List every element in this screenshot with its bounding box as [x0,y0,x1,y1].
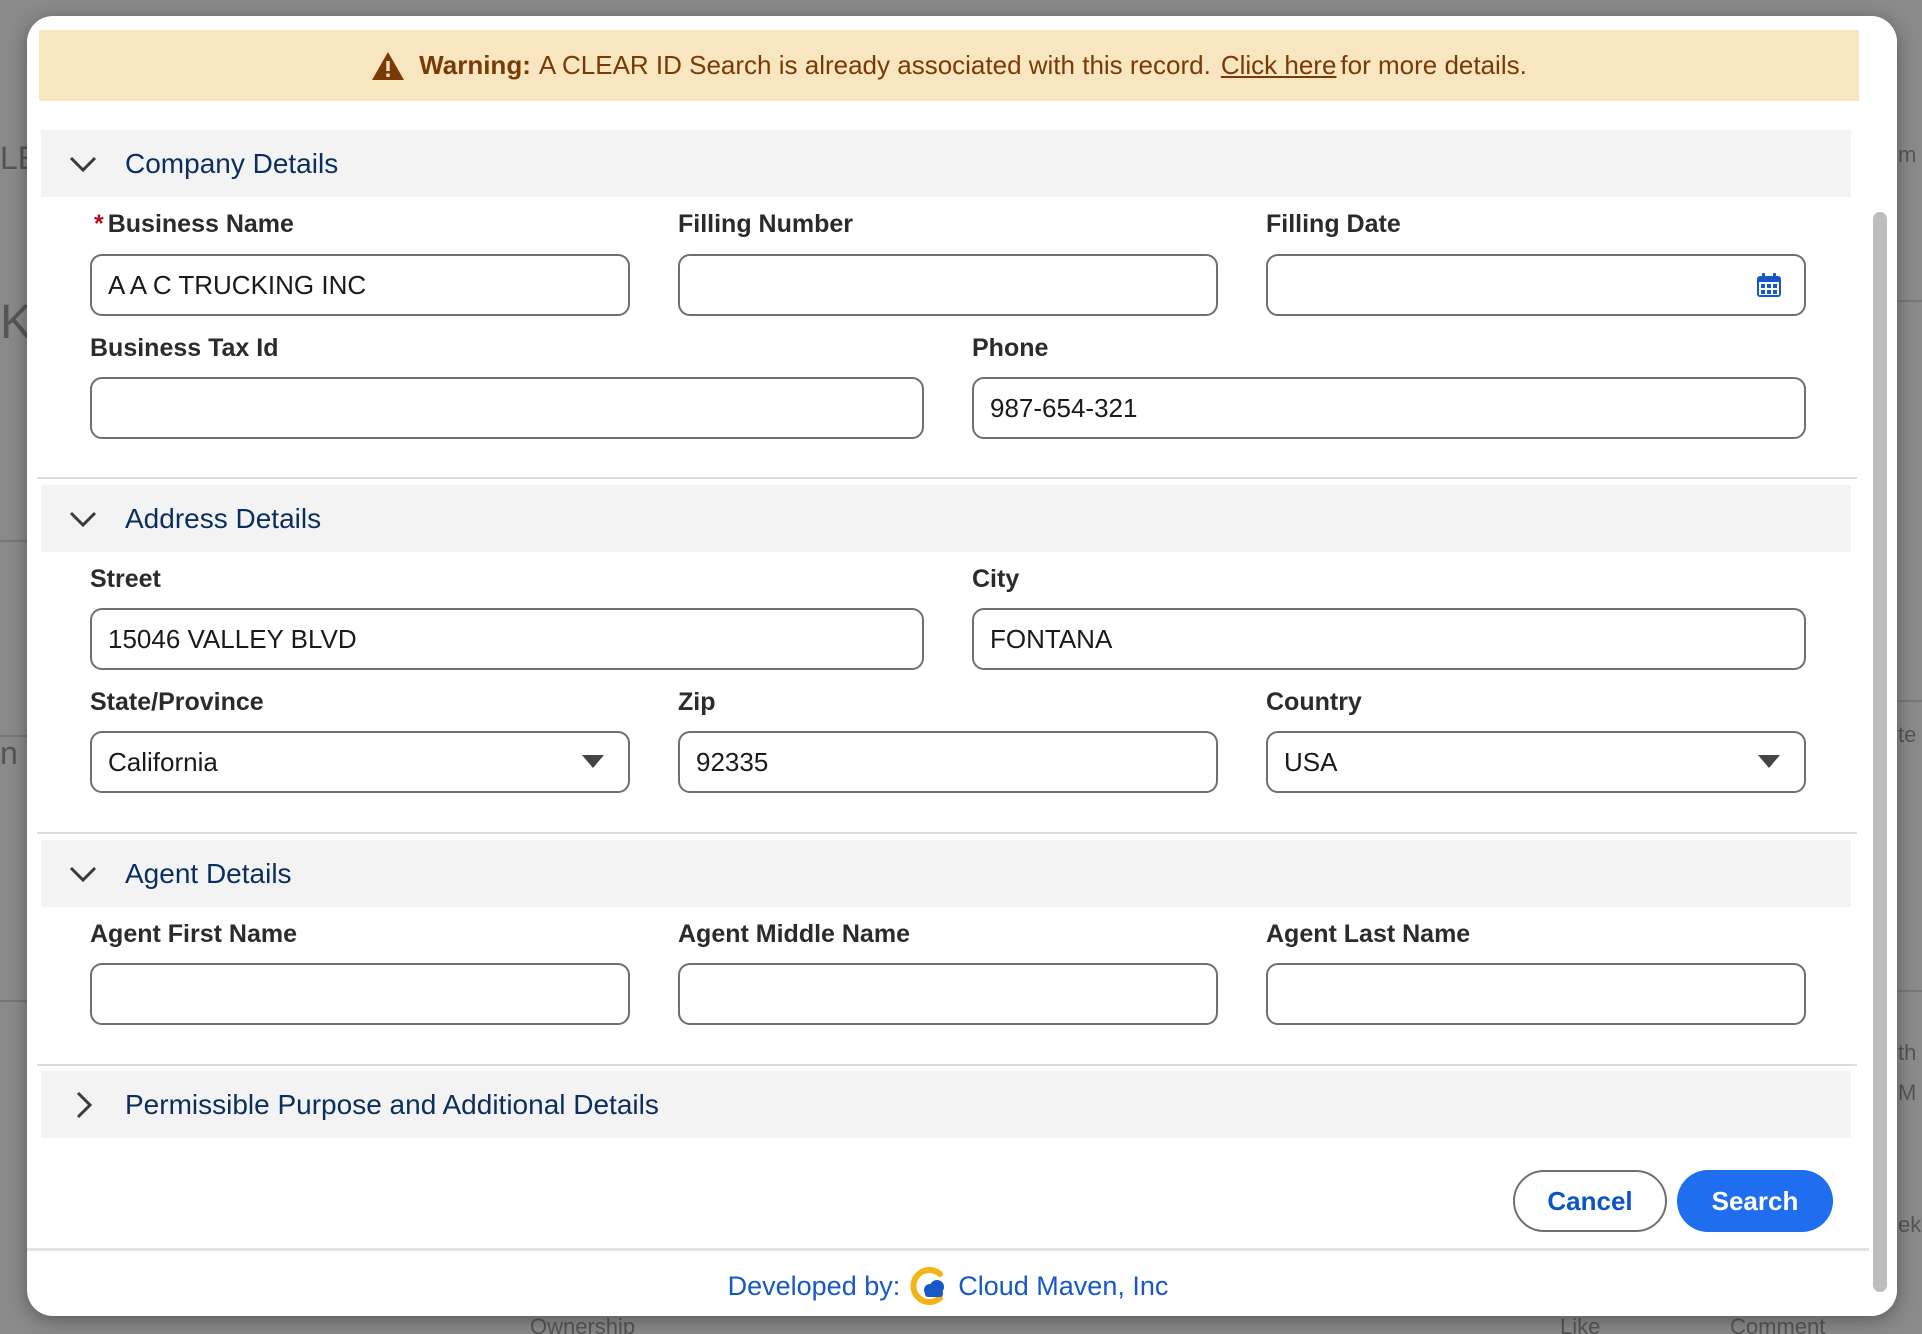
street-input[interactable]: 15046 VALLEY BLVD [90,608,924,670]
background-text: Ownership [530,1314,636,1334]
city-label: City [972,565,1020,593]
zip-label: Zip [678,688,716,716]
business-tax-id-label: Business Tax Id [90,334,279,362]
agent-middle-name-label: Agent Middle Name [678,920,910,948]
warning-banner: Warning: A CLEAR ID Search is already as… [39,30,1859,101]
required-marker: * [94,210,104,238]
warning-label: Warning: [419,50,531,80]
business-tax-id-input[interactable] [90,377,924,439]
warning-details-link[interactable]: Click here [1221,50,1337,81]
modal-scrollbar-thumb[interactable] [1873,212,1887,1292]
warning-triangle-icon [372,51,405,80]
footer-prefix: Developed by: [727,1270,901,1301]
section-title: Agent Details [125,857,292,889]
business-name-value: A A C TRUCKING INC [108,269,367,300]
background-divider [1897,300,1922,302]
business-name-label: * Business Name [94,210,294,238]
search-button[interactable]: Search [1677,1170,1833,1232]
city-value: FONTANA [990,623,1113,654]
state-province-select[interactable]: California [90,731,630,793]
calendar-icon[interactable] [1752,268,1786,302]
phone-label: Phone [972,334,1049,362]
background-text: n [0,735,18,771]
business-name-input[interactable]: A A C TRUCKING INC [90,254,630,316]
background-text: m [1898,142,1917,167]
cloud-maven-logo-icon [910,1267,945,1305]
agent-last-name-input[interactable] [1266,963,1806,1025]
section-permissible-purpose[interactable]: Permissible Purpose and Additional Detai… [41,1071,1851,1138]
background-text: M [1898,1080,1917,1105]
background-divider [0,1000,27,1002]
background-like-label: Like [1560,1314,1601,1334]
street-value: 15046 VALLEY BLVD [108,623,357,654]
chevron-right-icon [76,1091,93,1118]
caret-down-icon [1752,745,1786,779]
background-text: th [1898,1040,1917,1065]
developer-footer: Developed by: Cloud Maven, Inc [27,1256,1869,1316]
state-province-value: California [108,746,218,777]
background-text: te [1898,722,1917,747]
agent-first-name-input[interactable] [90,963,630,1025]
filling-number-label: Filling Number [678,210,853,238]
chevron-down-icon [69,156,97,172]
phone-value: 987-654-321 [990,392,1138,423]
background-comment-label: Comment [1730,1314,1826,1334]
filling-date-input[interactable] [1266,254,1806,316]
agent-last-name-label: Agent Last Name [1266,920,1471,948]
agent-first-name-label: Agent First Name [90,920,297,948]
section-address-details[interactable]: Address Details [41,485,1851,552]
footer-divider [27,1248,1869,1251]
warning-text: A CLEAR ID Search is already associated … [538,50,1211,80]
section-title: Address Details [125,502,322,534]
section-divider [37,1064,1857,1066]
background-divider [0,540,27,542]
state-province-label: State/Province [90,688,264,716]
country-select[interactable]: USA [1266,731,1806,793]
section-title: Company Details [125,147,339,179]
cancel-button[interactable]: Cancel [1513,1170,1667,1232]
clear-id-search-modal: Warning: A CLEAR ID Search is already as… [27,16,1897,1316]
filling-number-input[interactable] [678,254,1218,316]
background-divider [1897,990,1922,992]
agent-middle-name-input[interactable] [678,963,1218,1025]
zip-value: 92335 [696,746,769,777]
background-divider [1897,700,1922,702]
section-agent-details[interactable]: Agent Details [41,840,1851,907]
background-text: ek [1898,1212,1922,1237]
chevron-down-icon [69,866,97,882]
modal-scrollbar[interactable] [1869,16,1897,1316]
country-value: USA [1284,746,1338,777]
warning-tail: for more details. [1340,50,1527,80]
section-company-details[interactable]: Company Details [41,130,1851,197]
phone-input[interactable]: 987-654-321 [972,377,1806,439]
caret-down-icon [576,745,610,779]
footer-company-name[interactable]: Cloud Maven, Inc [958,1271,1168,1302]
section-title: Permissible Purpose and Additional Detai… [125,1088,659,1120]
zip-input[interactable]: 92335 [678,731,1218,793]
filling-date-label: Filling Date [1266,210,1401,238]
section-divider [37,832,1857,834]
country-label: Country [1266,688,1362,716]
section-divider [37,477,1857,479]
street-label: Street [90,565,161,593]
city-input[interactable]: FONTANA [972,608,1806,670]
chevron-down-icon [69,511,97,527]
